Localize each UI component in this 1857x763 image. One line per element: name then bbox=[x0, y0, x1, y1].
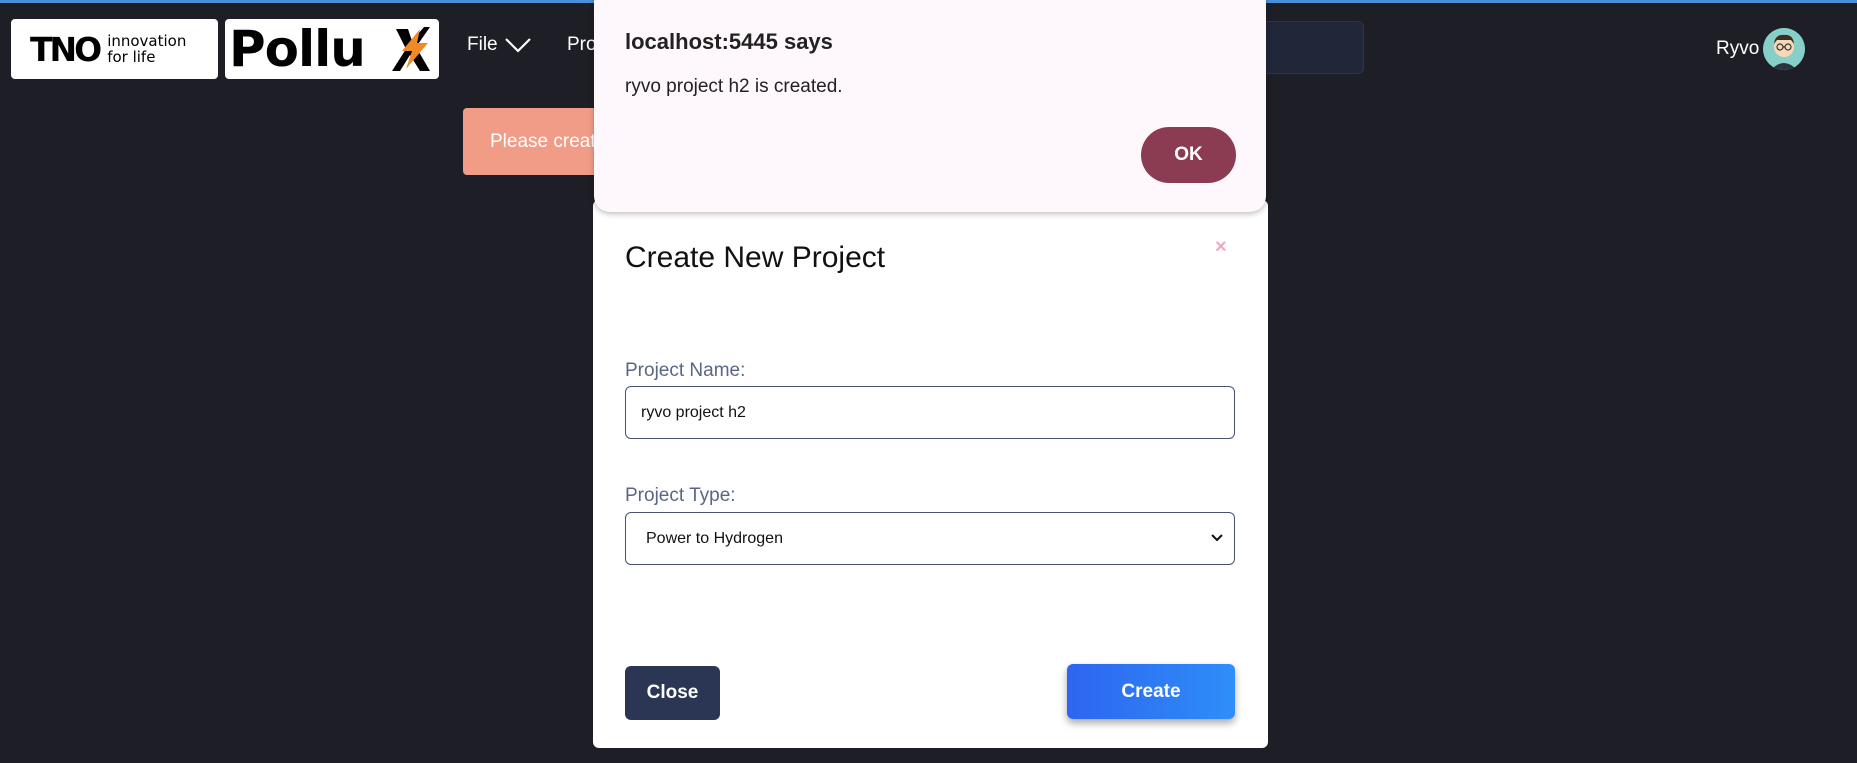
project-name-label: Project Name: bbox=[625, 360, 746, 381]
close-icon[interactable]: × bbox=[1215, 236, 1227, 259]
lightning-bolt-icon bbox=[392, 27, 430, 71]
alert-message: ryvo project h2 is created. bbox=[625, 76, 843, 97]
tno-logo[interactable]: TNO innovation for life bbox=[11, 19, 218, 79]
pollux-logo[interactable]: Pollu bbox=[225, 19, 439, 79]
pollux-logo-word: Pollu bbox=[229, 20, 366, 78]
create-button[interactable]: Create bbox=[1067, 664, 1235, 719]
project-type-select[interactable]: Power to Hydrogen bbox=[625, 512, 1235, 565]
create-project-modal: Create New Project × Project Name: ryvo … bbox=[593, 200, 1268, 748]
projects-menu[interactable]: Pro bbox=[567, 34, 597, 56]
user-avatar-icon bbox=[1763, 28, 1806, 70]
project-name-value: ryvo project h2 bbox=[641, 404, 746, 421]
tno-logo-word: TNO bbox=[30, 29, 102, 69]
chevron-down-icon bbox=[1211, 534, 1223, 542]
tno-logo-tagline: innovation for life bbox=[107, 32, 187, 66]
user-menu[interactable]: Ryvo bbox=[1716, 28, 1806, 70]
project-name-input[interactable]: ryvo project h2 bbox=[625, 386, 1235, 439]
alert-title: localhost:5445 says bbox=[625, 29, 833, 54]
close-button[interactable]: Close bbox=[625, 666, 720, 720]
ok-button[interactable]: OK bbox=[1141, 127, 1236, 183]
modal-title: Create New Project bbox=[625, 241, 886, 274]
user-name: Ryvo bbox=[1716, 38, 1760, 59]
chevron-down-icon bbox=[504, 38, 531, 53]
project-type-label: Project Type: bbox=[625, 485, 736, 506]
project-type-value: Power to Hydrogen bbox=[646, 530, 783, 547]
file-menu[interactable]: File bbox=[467, 34, 532, 56]
file-menu-label: File bbox=[467, 34, 498, 55]
browser-alert-dialog: localhost:5445 says ryvo project h2 is c… bbox=[594, 0, 1266, 212]
